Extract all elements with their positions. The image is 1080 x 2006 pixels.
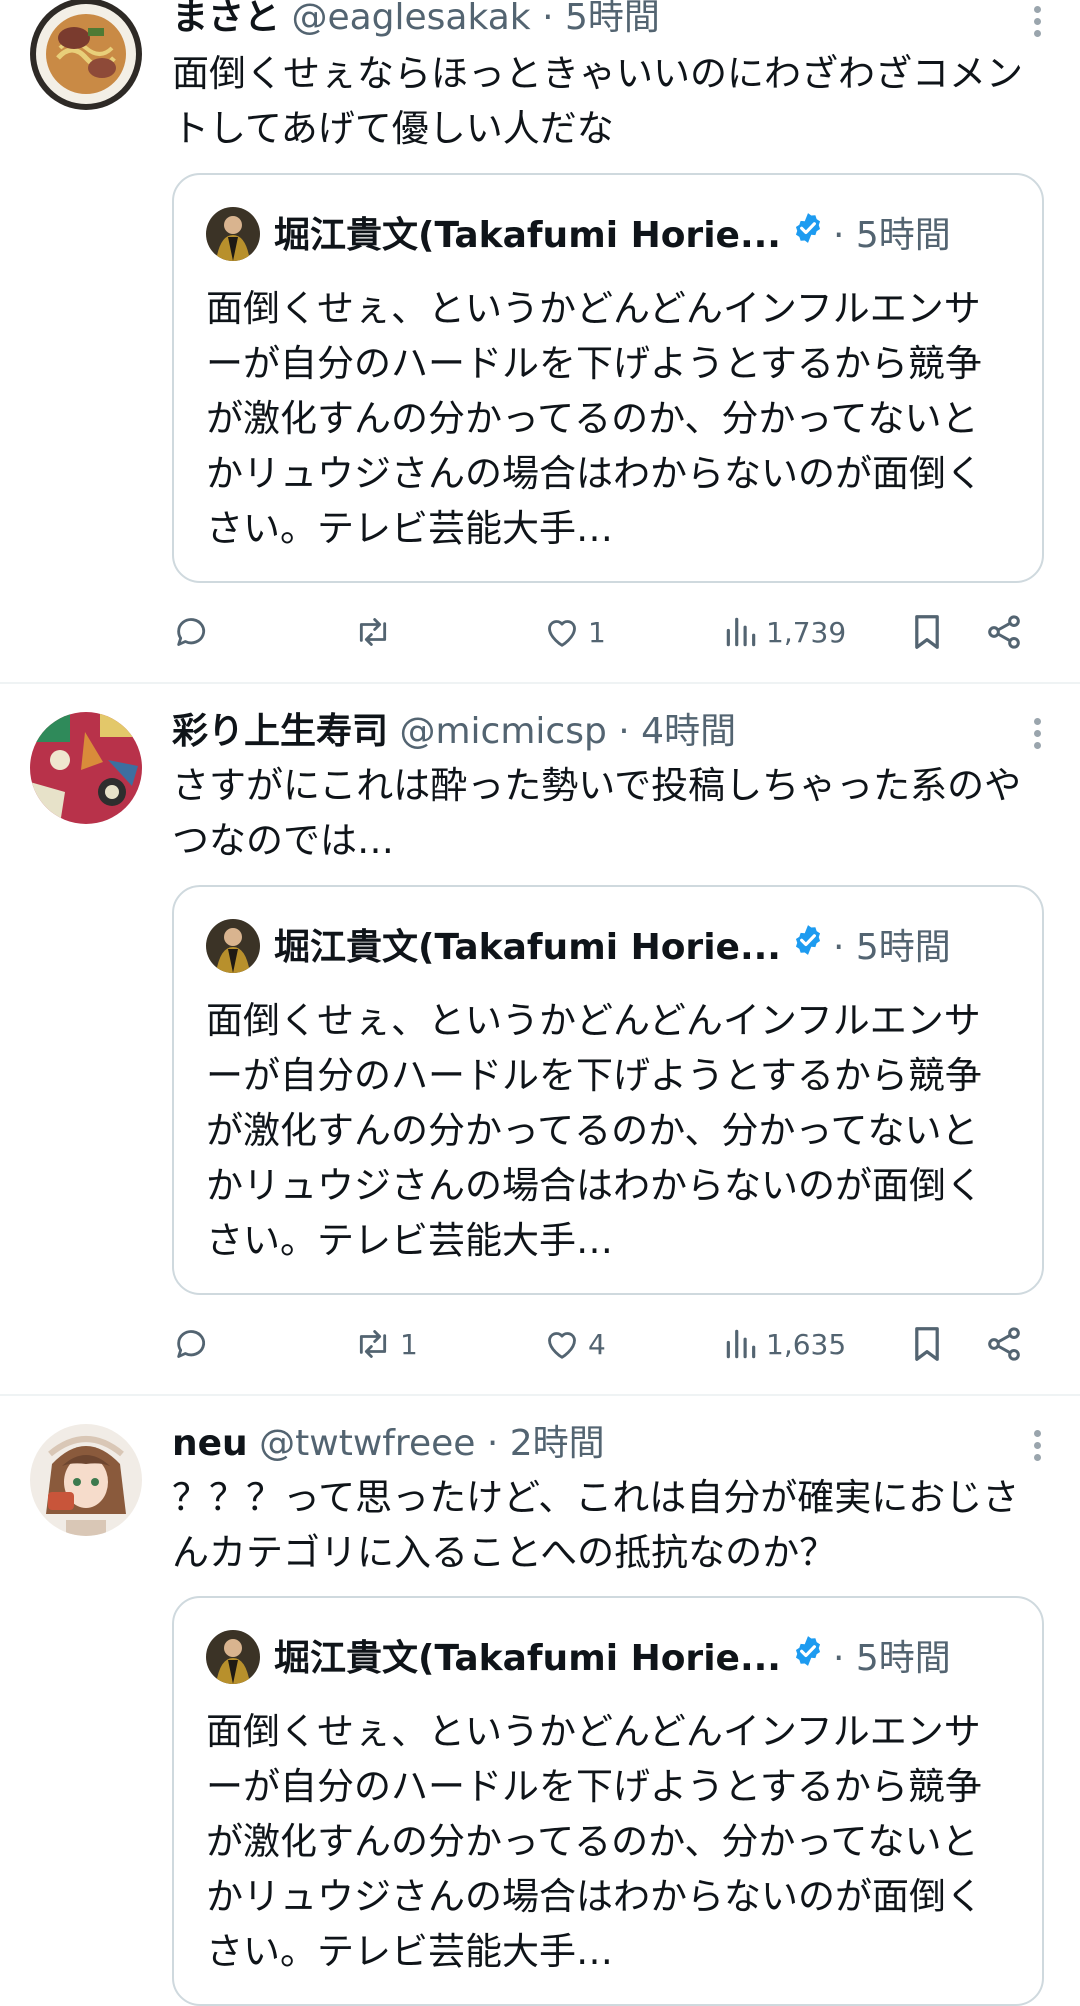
- separator: ·: [618, 711, 630, 752]
- tweet-actions: 1 4 1,635: [172, 1319, 1032, 1369]
- timestamp[interactable]: 2時間: [510, 1423, 605, 1464]
- reply-icon: [177, 618, 206, 646]
- tweet-text: さすがにこれは酔った勢いで投稿しちゃった系のやつなのでは…: [172, 764, 1022, 862]
- share-button[interactable]: [984, 607, 1024, 657]
- ramen-avatar-icon[interactable]: [30, 0, 142, 110]
- quoted-timestamp: · 5時間: [832, 1638, 951, 1679]
- reply-icon: [177, 1330, 206, 1358]
- share-button[interactable]: [984, 1319, 1024, 1369]
- tweet-text: 面倒くせぇならほっときゃいいのにわざわざコメントしてあげて優しい人だな: [172, 52, 1023, 150]
- quoted-tweet[interactable]: 堀江貴文(Takafumi Horie... · 5時間 面倒くせぇ、というかどん…: [172, 173, 1044, 583]
- quoted-user-avatar: [206, 919, 260, 973]
- display-name[interactable]: neu: [172, 1423, 248, 1464]
- like-button[interactable]: 1: [542, 607, 606, 657]
- pattern-avatar-icon[interactable]: [30, 712, 142, 824]
- views-button[interactable]: 1,635: [722, 1319, 846, 1369]
- share-icon: [988, 615, 1020, 649]
- quoted-tweet-header: 堀江貴文(Takafumi Horie... · 5時間: [274, 205, 982, 263]
- quoted-display-name: 堀江貴文(Takafumi Horie...: [274, 1638, 781, 1679]
- more-options-icon[interactable]: [1030, 718, 1044, 754]
- tweet-header: neu @twtwfreee · 2時間: [172, 1422, 1010, 1466]
- verified-badge-icon: [791, 917, 825, 975]
- heart-icon: [548, 620, 576, 647]
- views-button[interactable]: 1,739: [722, 607, 846, 657]
- tweet-header: 彩り上生寿司 @micmicsp · 4時間: [172, 710, 1010, 754]
- verified-badge-icon: [791, 205, 825, 263]
- reply-button[interactable]: [172, 1319, 212, 1369]
- heart-icon: [548, 1332, 576, 1359]
- quoted-user-avatar: [206, 1630, 260, 1684]
- bookmark-button[interactable]: [910, 1319, 944, 1369]
- user-handle[interactable]: @eaglesakak: [291, 0, 530, 38]
- reply-button[interactable]: [172, 607, 212, 657]
- tweet[interactable]: neu @twtwfreee · 2時間 ？？？って思ったけど、これは自分が確実…: [0, 1396, 1080, 2006]
- tweet-actions: 1 1,739: [172, 607, 1032, 657]
- retweet-icon: [359, 618, 387, 646]
- tweet-header: まさと @eaglesakak · 5時間: [172, 0, 1010, 40]
- view-count: 1,739: [766, 615, 847, 649]
- separator: ·: [542, 0, 554, 38]
- bookmark-button[interactable]: [910, 607, 944, 657]
- retweet-button[interactable]: 1: [352, 1319, 418, 1369]
- verified-badge-icon: [791, 1628, 825, 1686]
- quoted-tweet[interactable]: 堀江貴文(Takafumi Horie... · 5時間 面倒くせぇ、というかどん…: [172, 885, 1044, 1295]
- retweet-button[interactable]: [352, 607, 394, 657]
- quoted-timestamp: · 5時間: [832, 927, 951, 968]
- bar-chart-icon: [726, 617, 756, 647]
- tweet[interactable]: 彩り上生寿司 @micmicsp · 4時間 さすがにこれは酔った勢いで投稿しち…: [0, 684, 1080, 1394]
- bar-chart-icon: [726, 1329, 756, 1359]
- display-name[interactable]: まさと: [172, 0, 280, 38]
- quoted-user-avatar: [206, 207, 260, 261]
- quoted-tweet-text: 面倒くせぇ、というかどんどんインフルエンサーが自分のハードルを下げようとするから…: [206, 999, 983, 1262]
- quoted-tweet[interactable]: 堀江貴文(Takafumi Horie... · 5時間 面倒くせぇ、というかどん…: [172, 1596, 1044, 2006]
- timestamp[interactable]: 4時間: [641, 711, 736, 752]
- tweet-text: ？？？って思ったけど、これは自分が確実におじさんカテゴリに入ることへの抵抗なのか…: [172, 1476, 1020, 1574]
- retweet-icon: [359, 1330, 387, 1358]
- bookmark-icon: [915, 615, 939, 649]
- quoted-tweet-header: 堀江貴文(Takafumi Horie... · 5時間: [274, 917, 982, 975]
- more-options-icon[interactable]: [1030, 6, 1044, 42]
- separator: ·: [486, 1423, 499, 1464]
- share-icon: [988, 1327, 1020, 1361]
- user-handle[interactable]: @micmicsp: [399, 711, 606, 752]
- view-count: 1,635: [766, 1327, 847, 1361]
- more-options-icon[interactable]: [1030, 1430, 1044, 1466]
- anime-girl-avatar-icon[interactable]: [30, 1424, 142, 1536]
- quoted-tweet-text: 面倒くせぇ、というかどんどんインフルエンサーが自分のハードルを下げようとするから…: [206, 287, 983, 550]
- quoted-tweet-header: 堀江貴文(Takafumi Horie... · 5時間: [274, 1628, 982, 1686]
- user-handle[interactable]: @twtwfreee: [259, 1423, 475, 1464]
- like-count: 4: [588, 1327, 606, 1361]
- retweet-count: 1: [400, 1327, 418, 1361]
- timestamp[interactable]: 5時間: [565, 0, 660, 38]
- quoted-tweet-text: 面倒くせぇ、というかどんどんインフルエンサーが自分のハードルを下げようとするから…: [206, 1710, 983, 1973]
- display-name[interactable]: 彩り上生寿司: [172, 711, 388, 752]
- quoted-display-name: 堀江貴文(Takafumi Horie...: [274, 927, 781, 968]
- bookmark-icon: [915, 1327, 939, 1361]
- quoted-timestamp: · 5時間: [832, 215, 951, 256]
- like-button[interactable]: 4: [542, 1319, 606, 1369]
- tweet[interactable]: まさと @eaglesakak · 5時間 面倒くせぇならほっときゃいいのにわざ…: [0, 0, 1080, 682]
- quoted-display-name: 堀江貴文(Takafumi Horie...: [274, 215, 781, 256]
- like-count: 1: [588, 615, 606, 649]
